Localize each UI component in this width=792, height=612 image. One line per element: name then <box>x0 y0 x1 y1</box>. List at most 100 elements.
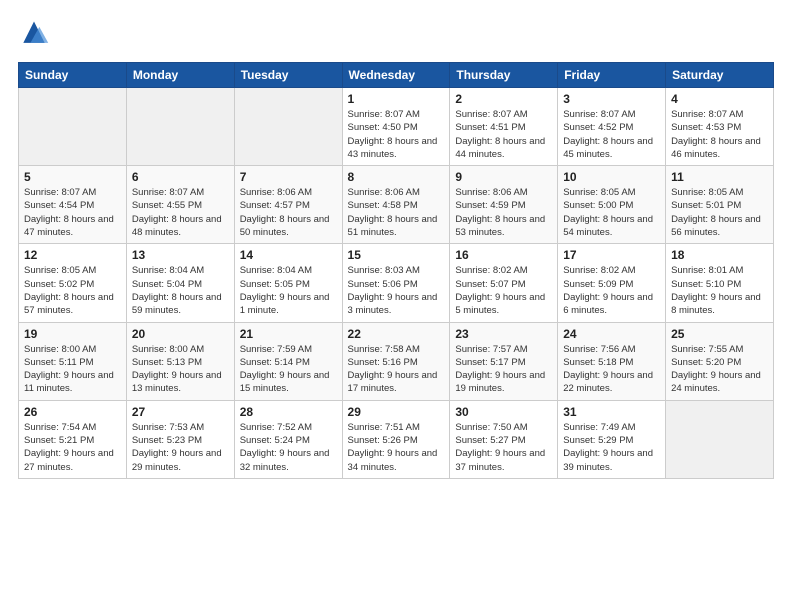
daylight-text: Daylight: 9 hours and 22 minutes. <box>563 370 653 394</box>
calendar-table: SundayMondayTuesdayWednesdayThursdayFrid… <box>18 62 774 479</box>
day-number: 10 <box>563 170 660 184</box>
sunset-text: Sunset: 4:53 PM <box>671 122 741 133</box>
sunrise-text: Sunrise: 7:51 AM <box>348 422 420 433</box>
day-info: Sunrise: 8:07 AMSunset: 4:53 PMDaylight:… <box>671 108 768 161</box>
daylight-text: Daylight: 9 hours and 19 minutes. <box>455 370 545 394</box>
sunset-text: Sunset: 5:11 PM <box>24 357 94 368</box>
day-info: Sunrise: 8:04 AMSunset: 5:04 PMDaylight:… <box>132 264 229 317</box>
daylight-text: Daylight: 8 hours and 43 minutes. <box>348 136 438 160</box>
sunrise-text: Sunrise: 7:53 AM <box>132 422 204 433</box>
sunrise-text: Sunrise: 8:06 AM <box>455 187 527 198</box>
day-cell-9: 9Sunrise: 8:06 AMSunset: 4:59 PMDaylight… <box>450 166 558 244</box>
sunrise-text: Sunrise: 8:06 AM <box>240 187 312 198</box>
sunrise-text: Sunrise: 7:50 AM <box>455 422 527 433</box>
daylight-text: Daylight: 9 hours and 11 minutes. <box>24 370 114 394</box>
daylight-text: Daylight: 9 hours and 6 minutes. <box>563 292 653 316</box>
sunrise-text: Sunrise: 8:07 AM <box>671 109 743 120</box>
day-cell-13: 13Sunrise: 8:04 AMSunset: 5:04 PMDayligh… <box>126 244 234 322</box>
sunset-text: Sunset: 5:05 PM <box>240 279 310 290</box>
day-cell-6: 6Sunrise: 8:07 AMSunset: 4:55 PMDaylight… <box>126 166 234 244</box>
sunset-text: Sunset: 5:02 PM <box>24 279 94 290</box>
daylight-text: Daylight: 8 hours and 53 minutes. <box>455 214 545 238</box>
day-cell-24: 24 Sunrise: 7:56 AMSunset: 5:18 PMDayligh… <box>558 322 666 400</box>
day-number: 26 <box>24 405 121 419</box>
day-info: Sunrise: 7:49 AMSunset: 5:29 PMDaylight:… <box>563 421 660 474</box>
day-number: 18 <box>671 248 768 262</box>
weekday-header-monday: Monday <box>126 63 234 88</box>
sunset-text: Sunset: 5:07 PM <box>455 279 525 290</box>
day-info: Sunrise: 7:50 AMSunset: 5:27 PMDaylight:… <box>455 421 552 474</box>
day-cell-17: 17 Sunrise: 8:02 AMSunset: 5:09 PMDayligh… <box>558 244 666 322</box>
sunset-text: Sunset: 4:59 PM <box>455 200 525 211</box>
day-cell-21: 21 Sunrise: 7:59 AMSunset: 5:14 PMDayligh… <box>234 322 342 400</box>
weekday-header-friday: Friday <box>558 63 666 88</box>
day-number: 14 <box>240 248 337 262</box>
sunrise-text: Sunrise: 7:57 AM <box>455 344 527 355</box>
day-number: 15 <box>348 248 445 262</box>
daylight-text: Daylight: 9 hours and 27 minutes. <box>24 448 114 472</box>
day-number: 20 <box>132 327 229 341</box>
day-cell-4: 4Sunrise: 8:07 AMSunset: 4:53 PMDaylight… <box>666 88 774 166</box>
day-cell-25: 25Sunrise: 7:55 AMSunset: 5:20 PMDayligh… <box>666 322 774 400</box>
day-cell-18: 18 Sunrise: 8:01 AMSunset: 5:10 PMDayligh… <box>666 244 774 322</box>
day-number: 24 <box>563 327 660 341</box>
daylight-text: Daylight: 8 hours and 51 minutes. <box>348 214 438 238</box>
day-number: 21 <box>240 327 337 341</box>
day-info: Sunrise: 7:59 AMSunset: 5:14 PMDaylight:… <box>240 343 337 396</box>
sunset-text: Sunset: 4:54 PM <box>24 200 94 211</box>
day-info: Sunrise: 7:56 AMSunset: 5:18 PMDaylight:… <box>563 343 660 396</box>
day-info: Sunrise: 8:00 AMSunset: 5:11 PMDaylight:… <box>24 343 121 396</box>
day-info: Sunrise: 8:04 AMSunset: 5:05 PMDaylight:… <box>240 264 337 317</box>
day-info: Sunrise: 8:07 AMSunset: 4:51 PMDaylight:… <box>455 108 552 161</box>
day-number: 29 <box>348 405 445 419</box>
daylight-text: Daylight: 8 hours and 45 minutes. <box>563 136 653 160</box>
sunrise-text: Sunrise: 7:54 AM <box>24 422 96 433</box>
day-cell-27: 27Sunrise: 7:53 AMSunset: 5:23 PMDayligh… <box>126 400 234 478</box>
week-row-5: 26 Sunrise: 7:54 AMSunset: 5:21 PMDayligh… <box>19 400 774 478</box>
day-number: 11 <box>671 170 768 184</box>
day-info: Sunrise: 7:55 AMSunset: 5:20 PMDaylight:… <box>671 343 768 396</box>
day-cell-3: 3Sunrise: 8:07 AMSunset: 4:52 PMDaylight… <box>558 88 666 166</box>
day-info: Sunrise: 8:02 AMSunset: 5:09 PMDaylight:… <box>563 264 660 317</box>
day-info: Sunrise: 7:54 AMSunset: 5:21 PMDaylight:… <box>24 421 121 474</box>
day-cell-16: 16Sunrise: 8:02 AMSunset: 5:07 PMDayligh… <box>450 244 558 322</box>
sunrise-text: Sunrise: 8:07 AM <box>132 187 204 198</box>
daylight-text: Daylight: 9 hours and 39 minutes. <box>563 448 653 472</box>
sunrise-text: Sunrise: 7:56 AM <box>563 344 635 355</box>
daylight-text: Daylight: 9 hours and 8 minutes. <box>671 292 761 316</box>
daylight-text: Daylight: 9 hours and 1 minute. <box>240 292 330 316</box>
day-info: Sunrise: 8:07 AMSunset: 4:50 PMDaylight:… <box>348 108 445 161</box>
day-info: Sunrise: 8:01 AMSunset: 5:10 PMDaylight:… <box>671 264 768 317</box>
sunrise-text: Sunrise: 8:06 AM <box>348 187 420 198</box>
daylight-text: Daylight: 8 hours and 48 minutes. <box>132 214 222 238</box>
day-number: 4 <box>671 92 768 106</box>
day-info: Sunrise: 8:07 AMSunset: 4:52 PMDaylight:… <box>563 108 660 161</box>
day-number: 28 <box>240 405 337 419</box>
day-info: Sunrise: 7:57 AMSunset: 5:17 PMDaylight:… <box>455 343 552 396</box>
sunset-text: Sunset: 5:01 PM <box>671 200 741 211</box>
sunset-text: Sunset: 4:57 PM <box>240 200 310 211</box>
empty-cell <box>126 88 234 166</box>
sunrise-text: Sunrise: 7:55 AM <box>671 344 743 355</box>
day-cell-15: 15Sunrise: 8:03 AMSunset: 5:06 PMDayligh… <box>342 244 450 322</box>
page: SundayMondayTuesdayWednesdayThursdayFrid… <box>0 0 792 497</box>
sunset-text: Sunset: 5:26 PM <box>348 435 418 446</box>
day-cell-10: 10Sunrise: 8:05 AMSunset: 5:00 PMDayligh… <box>558 166 666 244</box>
day-number: 1 <box>348 92 445 106</box>
logo <box>18 18 54 50</box>
daylight-text: Daylight: 9 hours and 3 minutes. <box>348 292 438 316</box>
day-number: 19 <box>24 327 121 341</box>
day-info: Sunrise: 7:52 AMSunset: 5:24 PMDaylight:… <box>240 421 337 474</box>
weekday-header-saturday: Saturday <box>666 63 774 88</box>
weekday-header-sunday: Sunday <box>19 63 127 88</box>
day-number: 17 <box>563 248 660 262</box>
daylight-text: Daylight: 9 hours and 29 minutes. <box>132 448 222 472</box>
day-info: Sunrise: 8:06 AMSunset: 4:57 PMDaylight:… <box>240 186 337 239</box>
sunrise-text: Sunrise: 8:02 AM <box>563 265 635 276</box>
day-info: Sunrise: 8:07 AMSunset: 4:54 PMDaylight:… <box>24 186 121 239</box>
week-row-4: 19 Sunrise: 8:00 AMSunset: 5:11 PMDayligh… <box>19 322 774 400</box>
day-number: 30 <box>455 405 552 419</box>
daylight-text: Daylight: 9 hours and 37 minutes. <box>455 448 545 472</box>
daylight-text: Daylight: 8 hours and 54 minutes. <box>563 214 653 238</box>
sunset-text: Sunset: 4:52 PM <box>563 122 633 133</box>
